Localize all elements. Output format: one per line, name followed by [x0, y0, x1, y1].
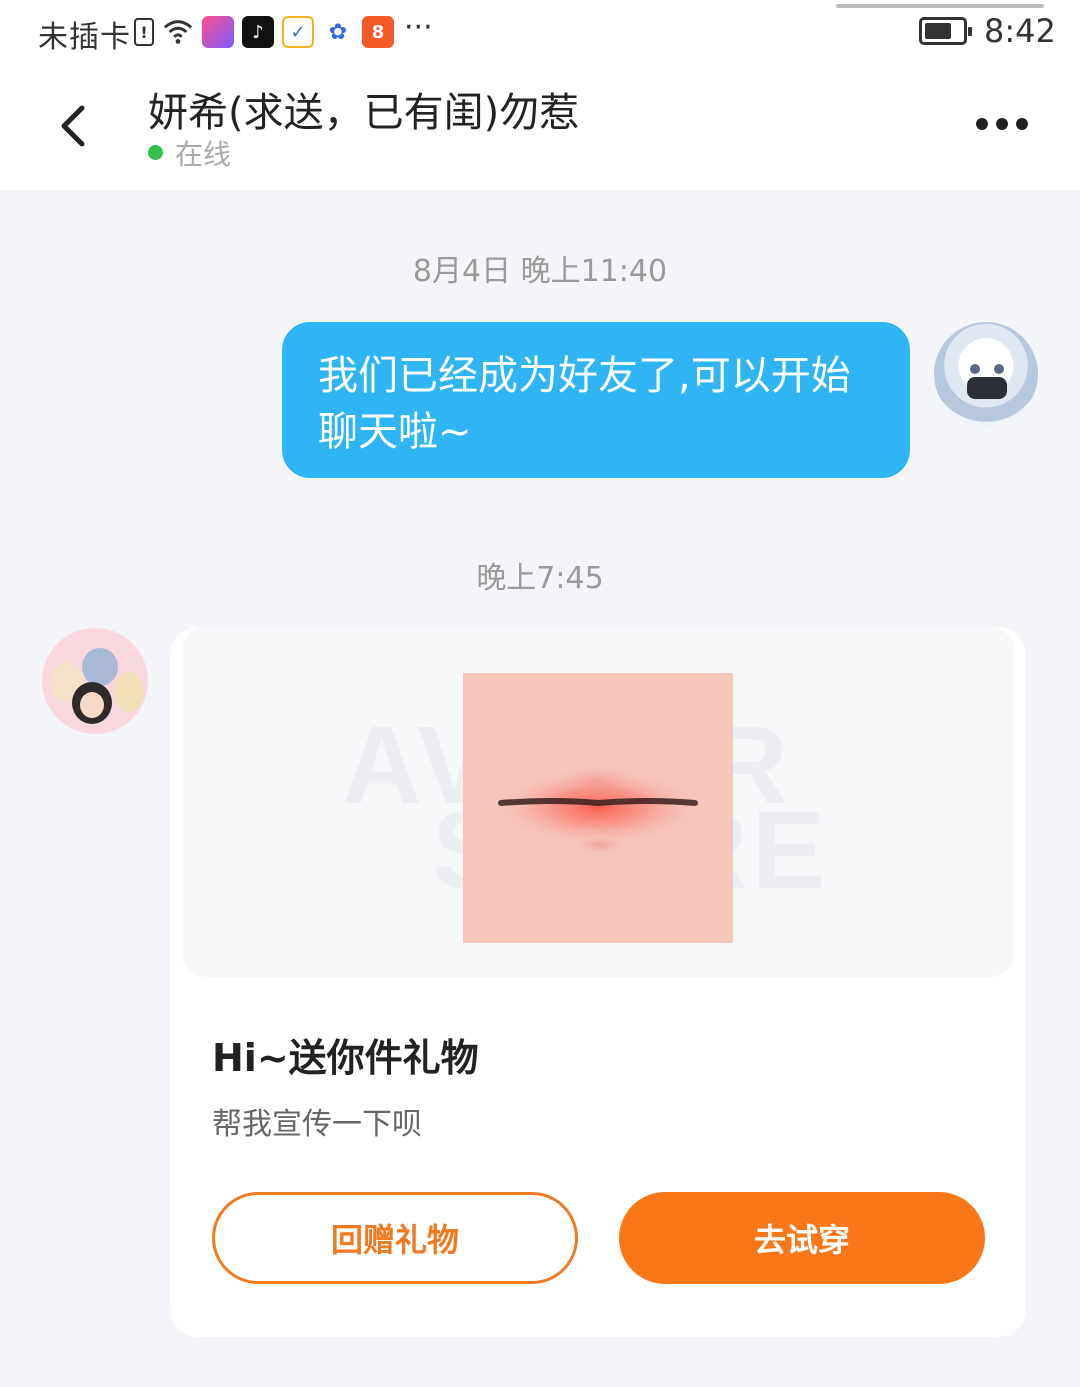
gift-image-area[interactable]: AVATAR STORE	[182, 627, 1014, 977]
carrier-label: 未插卡	[38, 20, 131, 55]
status-bar: 未插卡 ! ♪ ✓ ✿ 8 ··· 8:42	[0, 0, 1080, 66]
app-icon-1	[202, 16, 234, 48]
online-status-dot	[148, 145, 163, 160]
chat-header: 妍希(求送，已有闺)勿惹 在线	[0, 66, 1080, 190]
dot-icon	[996, 118, 1008, 130]
return-gift-button[interactable]: 回赠礼物	[212, 1192, 578, 1284]
dot-icon	[1016, 118, 1028, 130]
notch-line	[836, 4, 1044, 8]
message-timestamp: 晚上7:45	[476, 561, 604, 596]
clock: 8:42	[984, 12, 1056, 50]
contact-name: 妍希(求送，已有闺)勿惹	[148, 90, 580, 136]
try-on-button[interactable]: 去试穿	[619, 1192, 985, 1284]
message-timestamp: 8月4日 晚上11:40	[412, 254, 668, 289]
dot-icon	[976, 118, 988, 130]
gift-subtitle: 帮我宣传一下呗	[212, 1107, 422, 1142]
sim-alert-icon: !	[134, 18, 154, 46]
tiktok-icon: ♪	[242, 16, 274, 48]
app-icon-2: ✓	[282, 16, 314, 48]
contact-avatar[interactable]	[42, 628, 148, 734]
gift-title: Hi~送你件礼物	[212, 1036, 479, 1080]
status-icons: ! ♪ ✓ ✿ 8	[134, 14, 394, 50]
more-notifications-icon: ···	[404, 10, 433, 45]
battery-icon	[919, 17, 972, 45]
chevron-left-icon	[61, 105, 85, 147]
online-status-label: 在线	[175, 138, 232, 171]
chat-screen: 未插卡 ! ♪ ✓ ✿ 8 ··· 8:42 妍希(求送，已有闺)勿惹 在线 8…	[0, 0, 1080, 1387]
baidu-icon: ✿	[322, 16, 354, 48]
back-button[interactable]	[48, 96, 98, 156]
self-avatar[interactable]	[934, 322, 1038, 426]
wifi-icon	[162, 16, 194, 48]
sent-message-bubble[interactable]: 我们已经成为好友了,可以开始聊天啦~	[282, 322, 910, 478]
gift-card: AVATAR STORE	[170, 627, 1026, 1337]
app-icon-3: 8	[362, 16, 394, 48]
more-options-button[interactable]	[976, 112, 1036, 136]
lips-product-image	[463, 673, 733, 943]
